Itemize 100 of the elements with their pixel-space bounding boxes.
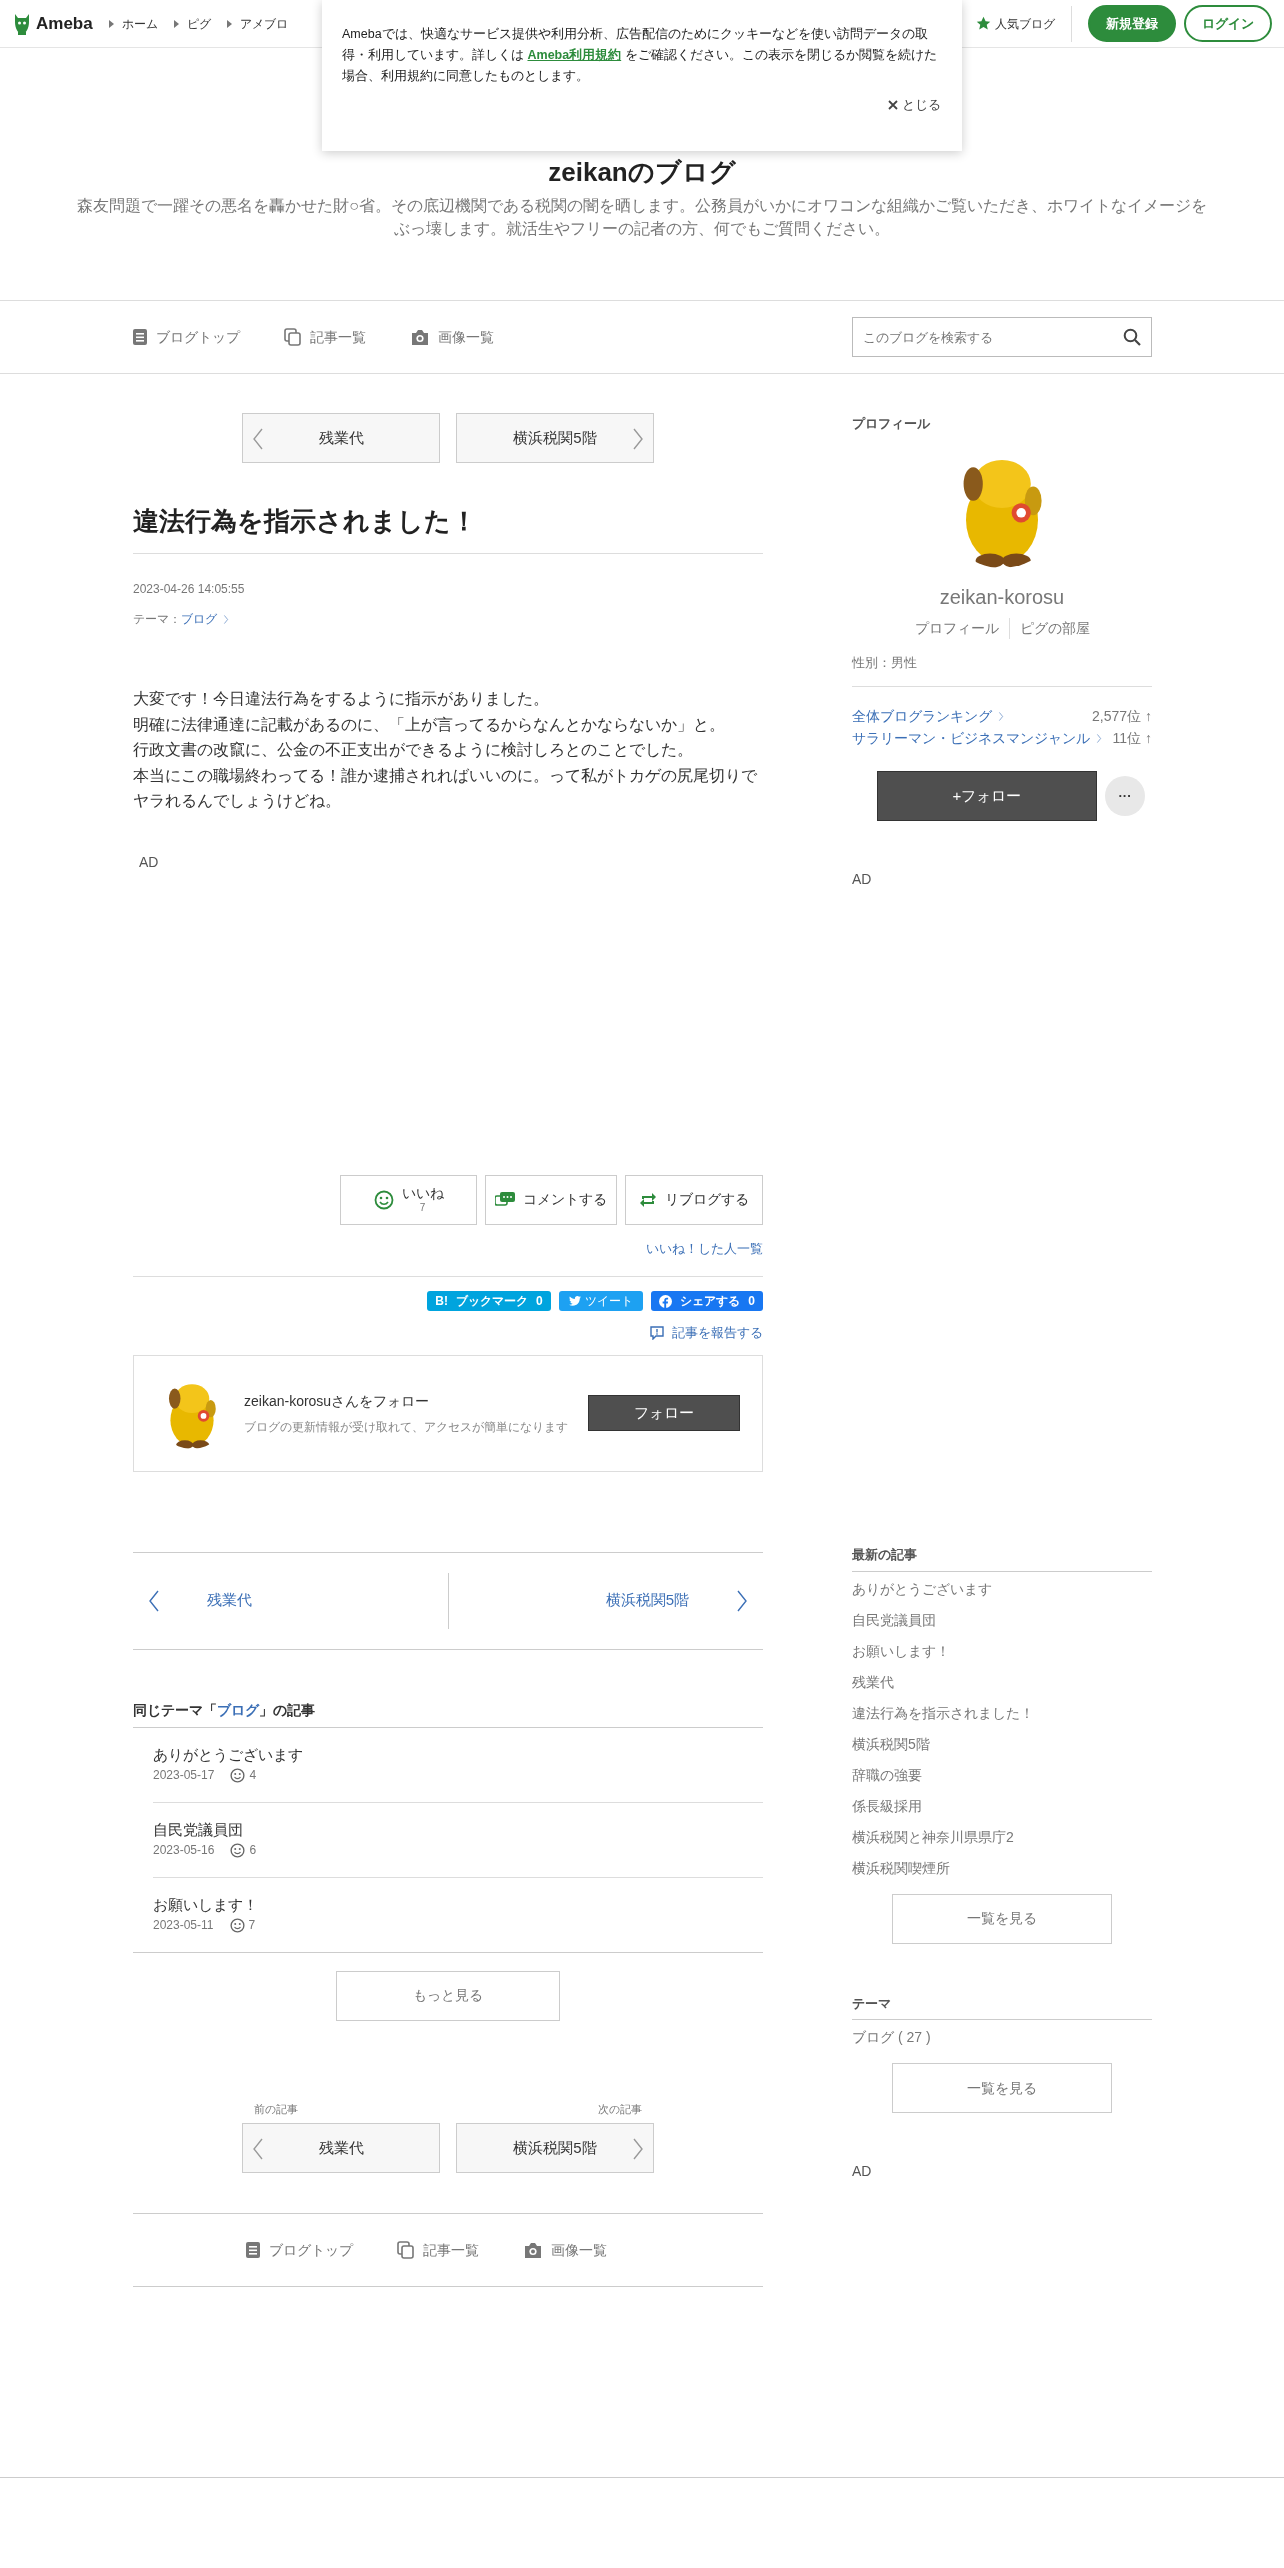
search-icon[interactable] bbox=[1123, 328, 1141, 346]
nav-link[interactable]: 記事一覧 bbox=[284, 326, 366, 348]
chevron-right-icon bbox=[221, 614, 231, 624]
profile-heading: プロフィール bbox=[852, 415, 931, 433]
document-icon bbox=[245, 2241, 261, 2259]
theme-label: テーマ： bbox=[133, 611, 181, 628]
nav-link[interactable]: 記事一覧 bbox=[397, 2239, 479, 2261]
camera-icon bbox=[523, 2241, 543, 2259]
entry-date: 2023-05-16 bbox=[153, 1842, 215, 1859]
ranking-link[interactable]: 全体ブログランキング bbox=[852, 705, 1006, 727]
view-all-button[interactable]: 一覧を見る bbox=[892, 2063, 1112, 2113]
triangle-icon bbox=[173, 19, 179, 28]
speech-bubble-icon bbox=[650, 1325, 664, 1340]
previous-article-link[interactable]: 残業代 bbox=[133, 1588, 448, 1613]
entry-link[interactable]: 横浜税関5階 bbox=[852, 1728, 1152, 1760]
smiley-icon bbox=[230, 1767, 246, 1783]
triangle-icon bbox=[108, 19, 114, 28]
theme-link[interactable]: ブログ bbox=[181, 610, 231, 628]
entry-title-link[interactable]: 自民党議員団 bbox=[153, 1818, 243, 1841]
section-heading: テーマ bbox=[852, 1993, 1152, 2020]
bookmark-button[interactable]: B! ブックマーク 0 bbox=[427, 1291, 551, 1311]
ad-label: AD bbox=[852, 2162, 873, 2181]
follow-button[interactable]: +フォロー bbox=[877, 771, 1097, 821]
ranking-link[interactable]: サラリーマン・ビジネスマンジャンル bbox=[852, 727, 1104, 749]
next-article-button[interactable]: 横浜税関5階 bbox=[456, 2123, 654, 2173]
entry-link[interactable]: 違法行為を指示されました！ bbox=[852, 1697, 1152, 1729]
comment-button[interactable]: コメントする bbox=[485, 1174, 617, 1225]
next-article-button[interactable]: 横浜税関5階 bbox=[456, 413, 654, 463]
chevron-left-icon bbox=[253, 428, 263, 450]
more-options-button[interactable]: ··· bbox=[1105, 776, 1145, 816]
chevron-right-icon bbox=[737, 1588, 747, 1613]
entry-link[interactable]: お願いします！ bbox=[852, 1635, 1152, 1667]
next-article-link[interactable]: 横浜税関5階 bbox=[448, 1588, 763, 1613]
like-count: 7 bbox=[248, 1917, 256, 1934]
body-paragraph: 大変です！今日違法行為をするように指示がありました。 bbox=[133, 689, 550, 709]
article-title: 違法行為を指示されました！ bbox=[133, 503, 763, 554]
profile-link[interactable]: ピグの部屋 bbox=[1008, 617, 1100, 639]
entry-title-link[interactable]: お願いします！ bbox=[153, 1893, 258, 1916]
view-all-button[interactable]: 一覧を見る bbox=[892, 1893, 1112, 1944]
article-date: 2023-04-26 14:05:55 bbox=[133, 581, 246, 598]
follow-description: ブログの更新情報が受け取れて、アクセスが簡単になります bbox=[244, 1418, 569, 1436]
tweet-button[interactable]: ツイート bbox=[559, 1291, 643, 1311]
smiley-icon bbox=[229, 1917, 245, 1933]
theme-link[interactable]: ブログ bbox=[217, 1701, 259, 1718]
nav-link[interactable]: ブログトップ bbox=[245, 2239, 353, 2261]
breadcrumb-link[interactable]: ピグ bbox=[173, 14, 211, 33]
logo-text: Ameba bbox=[36, 12, 93, 35]
section-heading: 最新の記事 bbox=[852, 1545, 1152, 1572]
entry-link[interactable]: 残業代 bbox=[852, 1666, 1152, 1698]
signup-button[interactable]: 新規登録 bbox=[1088, 4, 1176, 43]
entry-link[interactable]: 係長級採用 bbox=[852, 1790, 1152, 1822]
camera-icon bbox=[410, 328, 430, 346]
triangle-icon bbox=[226, 19, 232, 28]
nav-link[interactable]: 画像一覧 bbox=[523, 2239, 607, 2261]
comment-icon bbox=[495, 1191, 515, 1208]
entry-title-link[interactable]: ありがとうございます bbox=[153, 1743, 303, 1766]
body-paragraph: 本当にこの職場終わってる！誰か逮捕されればいいのに。って私がトカゲの尻尾切りでヤラれるんでしょうけどね。 bbox=[133, 765, 758, 811]
nav-link[interactable]: 画像一覧 bbox=[410, 326, 494, 348]
entry-link[interactable]: 辞職の強要 bbox=[852, 1759, 1152, 1791]
terms-link[interactable]: Ameba利用規約 bbox=[527, 48, 622, 62]
cookie-notice-text: Amebaでは、快適なサービス提供や利用分析、広告配信のためにクッキーなどを使い訪問データの取得・利用しています。詳しくは Ameba利用規約 をご確認ください。この表示を閉じるか閲覧を続けた場合、利用規約に同意したものとします。 bbox=[342, 26, 938, 85]
profile-name[interactable]: zeikan-korosu bbox=[939, 581, 1065, 612]
like-button[interactable]: いいね 7 bbox=[340, 1174, 477, 1225]
report-link[interactable]: 記事を報告する bbox=[650, 1323, 763, 1343]
profile-link[interactable]: プロフィール bbox=[904, 617, 1009, 639]
entry-link[interactable]: ブログ ( 27 ) bbox=[852, 2022, 1152, 2053]
previous-article-button[interactable]: 残業代 bbox=[242, 413, 440, 463]
entry-date: 2023-05-17 bbox=[153, 1767, 215, 1784]
document-icon bbox=[132, 328, 148, 346]
breadcrumb-link[interactable]: アメブロ bbox=[226, 14, 288, 33]
next-label: 次の記事 bbox=[598, 2101, 642, 2117]
more-button[interactable]: もっと見る bbox=[336, 1970, 560, 2021]
close-button[interactable]: とじる bbox=[887, 95, 942, 116]
popular-blogs-link[interactable]: 人気ブログ bbox=[976, 5, 1072, 42]
breadcrumb-link[interactable]: ホーム bbox=[108, 14, 158, 33]
entry-link[interactable]: ありがとうございます bbox=[852, 1573, 1152, 1605]
previous-article-button[interactable]: 残業代 bbox=[242, 2123, 440, 2173]
ad-label: AD bbox=[852, 870, 873, 889]
like-count: 4 bbox=[249, 1767, 257, 1784]
entry-link[interactable]: 自民党議員団 bbox=[852, 1604, 1152, 1636]
liked-users-link[interactable]: いいね！した人一覧 bbox=[646, 1238, 763, 1258]
entry-link[interactable]: 横浜税関と神奈川県県庁2 bbox=[852, 1821, 1152, 1853]
chevron-right-icon bbox=[633, 2138, 643, 2160]
body-paragraph: 明確に法律通達に記載があるのに、「上が言ってるからなんとかならないか」と。 bbox=[133, 714, 726, 735]
chevron-right-icon bbox=[996, 711, 1006, 721]
ad-label: AD bbox=[139, 852, 160, 872]
circle-logo-icon bbox=[659, 1294, 673, 1308]
search-field[interactable]: このブログを検索する bbox=[852, 317, 1152, 357]
follow-button[interactable]: フォロー bbox=[588, 1395, 740, 1431]
chevron-right-icon bbox=[633, 428, 643, 450]
reblog-button[interactable]: リブログする bbox=[625, 1174, 763, 1225]
entry-link[interactable]: 横浜税関喫煙所 bbox=[852, 1852, 1152, 1884]
login-button[interactable]: ログイン bbox=[1184, 4, 1272, 43]
previous-label: 前の記事 bbox=[254, 2101, 299, 2117]
follow-title: zeikan-korosuさんをフォロー bbox=[244, 1391, 431, 1411]
share-button[interactable]: シェアする 0 bbox=[651, 1291, 763, 1311]
gender-text: 性別：男性 bbox=[852, 652, 1152, 687]
nav-link[interactable]: ブログトップ bbox=[132, 326, 240, 348]
same-theme-heading: 同じテーマ「ブログ」の記事 bbox=[133, 1699, 763, 1728]
close-icon bbox=[888, 100, 898, 111]
